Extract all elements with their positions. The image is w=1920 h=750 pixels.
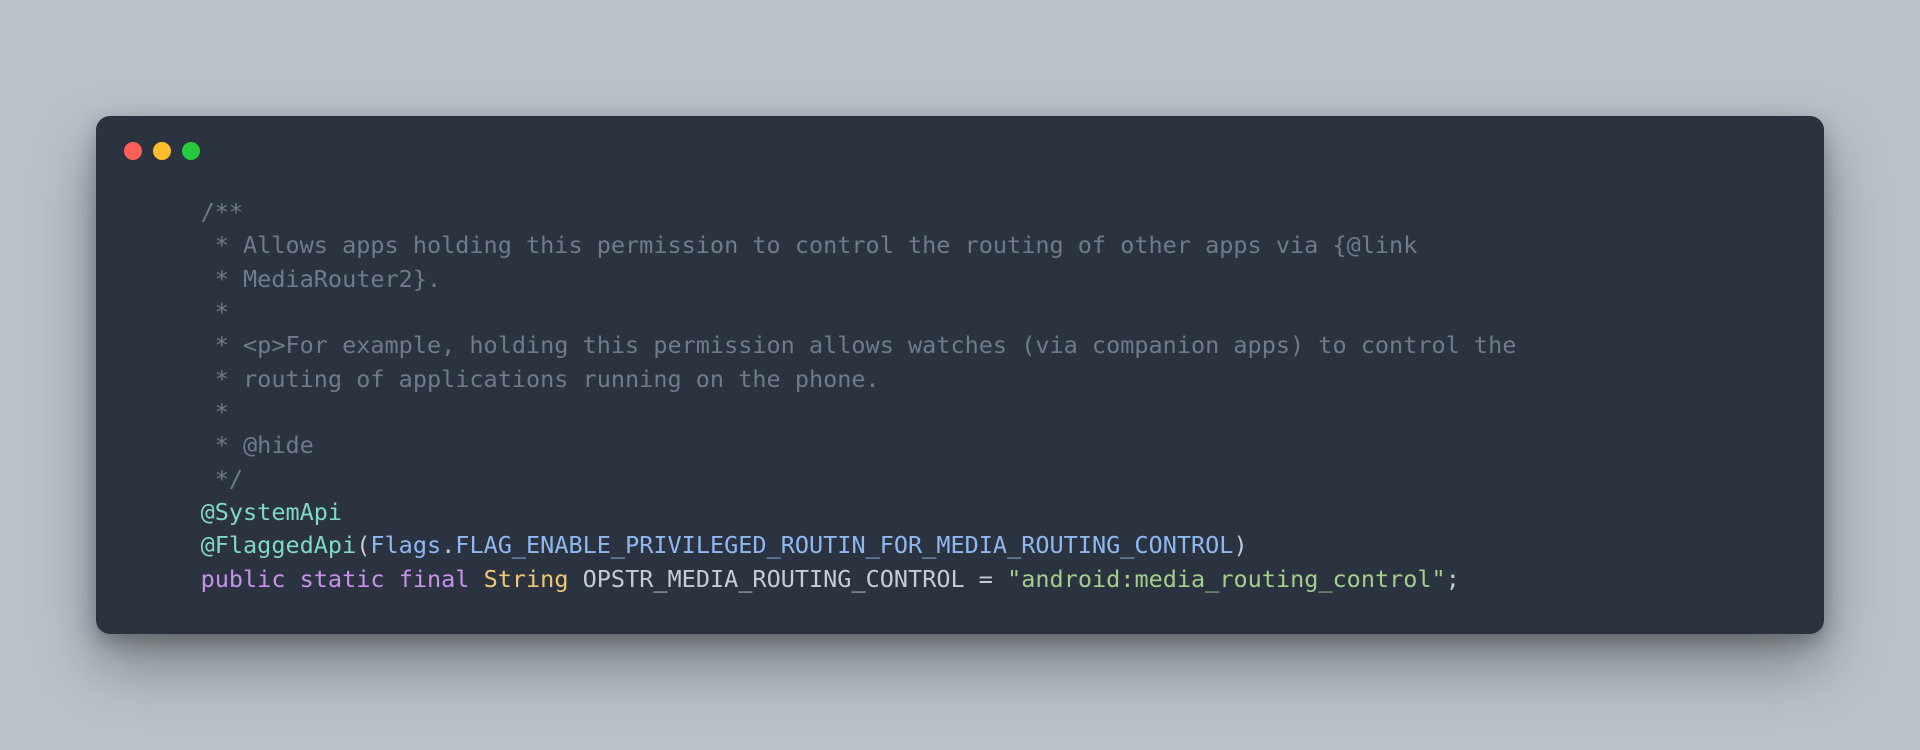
space bbox=[385, 565, 399, 593]
javadoc-line: * <p>For example, holding this permissio… bbox=[144, 331, 1516, 359]
equals-operator: = bbox=[965, 565, 1007, 593]
javadoc-open: /** bbox=[144, 198, 243, 226]
maximize-icon[interactable] bbox=[182, 142, 200, 160]
paren-open: ( bbox=[356, 531, 370, 559]
type-string: String bbox=[484, 565, 569, 593]
indent bbox=[144, 498, 201, 526]
code-block: /** * Allows apps holding this permissio… bbox=[96, 160, 1824, 596]
javadoc-close: */ bbox=[144, 465, 243, 493]
window-titlebar bbox=[96, 116, 1824, 160]
indent bbox=[144, 531, 201, 559]
annotation-flagged-api: @FlaggedApi bbox=[201, 531, 357, 559]
indent bbox=[144, 565, 201, 593]
dot-operator: . bbox=[441, 531, 455, 559]
semicolon: ; bbox=[1446, 565, 1460, 593]
paren-close: ) bbox=[1233, 531, 1247, 559]
space bbox=[469, 565, 483, 593]
space bbox=[285, 565, 299, 593]
minimize-icon[interactable] bbox=[153, 142, 171, 160]
ref-flag-constant: FLAG_ENABLE_PRIVILEGED_ROUTIN_FOR_MEDIA_… bbox=[455, 531, 1233, 559]
javadoc-line: * bbox=[144, 398, 229, 426]
constant-name: OPSTR_MEDIA_ROUTING_CONTROL bbox=[583, 565, 965, 593]
javadoc-line: * bbox=[144, 298, 229, 326]
javadoc-line: * MediaRouter2}. bbox=[144, 265, 441, 293]
string-literal: "android:media_routing_control" bbox=[1007, 565, 1446, 593]
kw-public: public bbox=[201, 565, 286, 593]
ref-flags-class: Flags bbox=[370, 531, 441, 559]
close-icon[interactable] bbox=[124, 142, 142, 160]
javadoc-line: * Allows apps holding this permission to… bbox=[144, 231, 1417, 259]
kw-final: final bbox=[399, 565, 470, 593]
kw-static: static bbox=[300, 565, 385, 593]
code-window: /** * Allows apps holding this permissio… bbox=[96, 116, 1824, 634]
space bbox=[568, 565, 582, 593]
javadoc-line: * routing of applications running on the… bbox=[144, 365, 880, 393]
javadoc-line: * @hide bbox=[144, 431, 314, 459]
annotation-system-api: @SystemApi bbox=[201, 498, 342, 526]
